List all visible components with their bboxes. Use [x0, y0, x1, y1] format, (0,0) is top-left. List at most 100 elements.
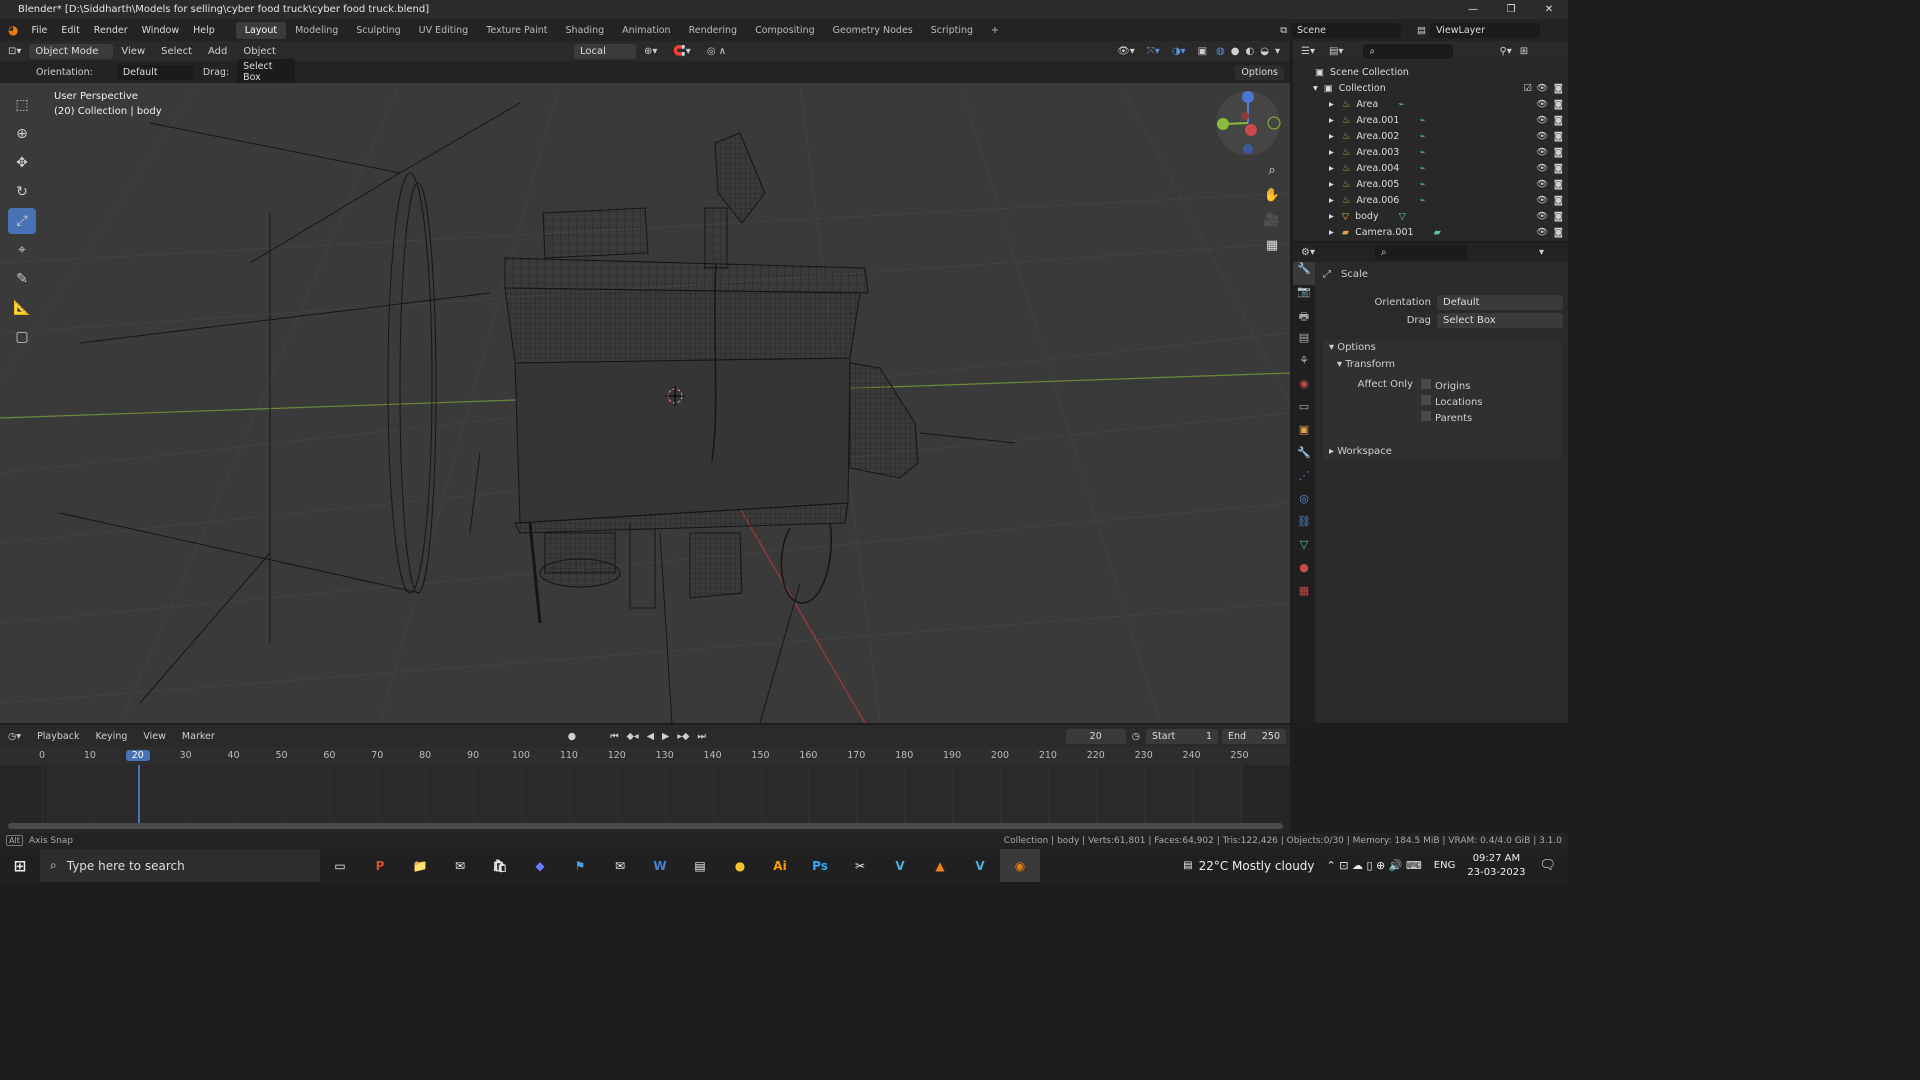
viewlayer-field[interactable]: ViewLayer [1430, 22, 1540, 38]
camera-view-icon[interactable]: 🎥 [1262, 208, 1282, 233]
world-tab-icon[interactable]: ◉ [1293, 377, 1315, 400]
options-panel-header[interactable]: ▾ Options [1323, 339, 1561, 356]
transform-subpanel-header[interactable]: ▾ Transform [1323, 356, 1561, 373]
properties-search-input[interactable]: ⌕ [1374, 245, 1467, 260]
scale-tool-icon[interactable]: ⤢ [8, 208, 36, 234]
menu-help[interactable]: Help [186, 25, 222, 36]
outliner-search-input[interactable]: ⌕ [1363, 43, 1454, 59]
clock-icon[interactable]: ◷ [1132, 731, 1140, 742]
taskbar-search[interactable]: ⌕ Type here to search [40, 849, 320, 882]
overlay-icon[interactable]: ◑▾ [1166, 46, 1192, 57]
end-frame-field[interactable]: End 250 [1222, 728, 1286, 744]
start-frame-field[interactable]: Start 1 [1146, 728, 1218, 744]
weather-label[interactable]: 22°C Mostly cloudy [1199, 859, 1315, 873]
clock[interactable]: 09:27 AM 23-03-2023 [1467, 852, 1525, 880]
menu-file[interactable]: File [24, 25, 54, 36]
proportional-edit-icon[interactable]: ◎ ∧ [699, 46, 734, 57]
eye-icon[interactable]: 👁 [1536, 179, 1548, 190]
outliner-item-body[interactable]: ▸ ▽ body ▽ 👁 ◙ [1293, 208, 1568, 224]
outliner-editor-icon[interactable]: ☰▾ [1301, 46, 1315, 57]
material-tab-icon[interactable]: ● [1293, 561, 1315, 584]
expand-arrow-icon[interactable]: ▸ [1329, 99, 1334, 110]
collection-row[interactable]: ▾ ▣ Collection ☑ 👁 ◙ [1293, 80, 1568, 96]
file-explorer-icon[interactable]: 📁 [400, 849, 440, 882]
prev-keyframe-icon[interactable]: ◆◂ [627, 731, 639, 742]
outliner-item-area-005[interactable]: ▸ ♨ Area.005 ⌁ 👁 ◙ [1293, 176, 1568, 192]
editor-type-icon[interactable]: ⊡▾ [0, 46, 29, 57]
snipping-tool-icon[interactable]: ✂ [840, 849, 880, 882]
blender-taskbar-icon[interactable]: ◉ [1000, 849, 1040, 882]
pan-hand-icon[interactable]: ✋ [1262, 183, 1282, 208]
timeline-scrollbar[interactable] [8, 823, 1283, 829]
workspace-panel-header[interactable]: ▸ Workspace [1323, 443, 1561, 461]
tool-tab-icon[interactable]: 🔧 [1293, 262, 1315, 285]
close-button[interactable]: ✕ [1530, 0, 1568, 19]
tab-compositing[interactable]: Compositing [746, 22, 824, 39]
illustrator-icon[interactable]: Ai [760, 849, 800, 882]
tab-rendering[interactable]: Rendering [680, 22, 747, 39]
tab-layout[interactable]: Layout [235, 21, 287, 39]
particles-tab-icon[interactable]: ⋰ [1293, 469, 1315, 492]
expand-arrow-icon[interactable]: ▸ [1329, 147, 1334, 158]
outliner-item-area-004[interactable]: ▸ ♨ Area.004 ⌁ 👁 ◙ [1293, 160, 1568, 176]
vray-app-icon[interactable]: V [960, 849, 1000, 882]
display-mode-icon[interactable]: ▤▾ [1329, 46, 1343, 57]
expand-arrow-icon[interactable]: ▸ [1329, 211, 1334, 222]
rotate-tool-icon[interactable]: ↻ [8, 179, 36, 205]
menu-add[interactable]: Add [200, 46, 235, 57]
outliner-item-area-001[interactable]: ▸ ♨ Area.001 ⌁ 👁 ◙ [1293, 112, 1568, 128]
expand-arrow-icon[interactable]: ▸ [1329, 195, 1334, 206]
photoshop-icon[interactable]: Ps [800, 849, 840, 882]
camera-render-icon[interactable]: ◙ [1554, 211, 1563, 222]
add-cube-tool-icon[interactable]: ▢ [8, 324, 36, 350]
tab-scripting[interactable]: Scripting [922, 22, 982, 39]
eye-icon[interactable]: 👁 [1536, 115, 1548, 126]
options-dropdown[interactable]: Options [1235, 64, 1284, 80]
vray-icon[interactable]: V [880, 849, 920, 882]
menu-window[interactable]: Window [135, 25, 186, 36]
app-icon[interactable]: ⚑ [560, 849, 600, 882]
locations-checkbox[interactable]: Locations [1421, 395, 1483, 411]
tab-uv-editing[interactable]: UV Editing [410, 22, 478, 39]
outliner-item-camera[interactable]: ▸ ▰ Camera.001 ▰ 👁 ◙ [1293, 224, 1568, 240]
menu-object[interactable]: Object [235, 46, 284, 57]
shading-rendered-icon[interactable]: ◒ [1257, 46, 1272, 57]
eye-icon[interactable]: 👁 [1536, 227, 1548, 238]
scene-collection-row[interactable]: ▣ Scene Collection [1293, 64, 1568, 80]
timeline[interactable]: 0 10 20 30 40 50 60 70 80 90 100 110 120 130 140 150 160… [0, 747, 1290, 833]
output-tab-icon[interactable]: 🖶 [1293, 308, 1315, 331]
store-icon[interactable]: 🛍 [480, 849, 520, 882]
expand-arrow-icon[interactable]: ▸ [1329, 179, 1334, 190]
transform-tool-icon[interactable]: ⌖ [8, 237, 36, 263]
shading-solid-icon[interactable]: ● [1228, 46, 1243, 57]
record-icon[interactable]: ● [568, 731, 576, 742]
camera-render-icon[interactable]: ◙ [1554, 147, 1563, 158]
eye-icon[interactable]: 👁 [1536, 211, 1548, 222]
data-tab-icon[interactable]: ▽ [1293, 538, 1315, 561]
eye-icon[interactable]: 👁 [1536, 131, 1548, 142]
word-icon[interactable]: W [640, 849, 680, 882]
drag-dropdown[interactable]: Select Box [1437, 313, 1563, 328]
menu-render[interactable]: Render [87, 25, 135, 36]
navigation-gizmo[interactable] [1216, 91, 1281, 155]
powerpoint-icon[interactable]: P [360, 849, 400, 882]
camera-render-icon[interactable]: ◙ [1554, 227, 1563, 238]
menu-edit[interactable]: Edit [54, 25, 86, 36]
tab-geometry-nodes[interactable]: Geometry Nodes [824, 22, 922, 39]
camera-render-icon[interactable]: ◙ [1554, 179, 1563, 190]
physics-tab-icon[interactable]: ◎ [1293, 492, 1315, 515]
exclude-checkbox[interactable]: ☑ [1523, 83, 1532, 94]
tab-modeling[interactable]: Modeling [286, 22, 347, 39]
outliner-item-area-006[interactable]: ▸ ♨ Area.006 ⌁ 👁 ◙ [1293, 192, 1568, 208]
modifier-tab-icon[interactable]: 🔧 [1293, 446, 1315, 469]
tab-texture-paint[interactable]: Texture Paint [477, 22, 556, 39]
scene-tab-icon[interactable]: ⚘ [1293, 354, 1315, 377]
gizmo-icon[interactable]: ⤧▾ [1141, 46, 1166, 57]
select-box-icon[interactable]: ⬚ [8, 92, 36, 118]
maximize-button[interactable]: ❐ [1492, 0, 1530, 19]
new-collection-icon[interactable]: ⊞ [1520, 46, 1528, 57]
timeline-editor-icon[interactable]: ◷▾ [8, 731, 21, 742]
add-workspace-button[interactable]: + [982, 22, 1008, 39]
expand-arrow-icon[interactable]: ▸ [1329, 131, 1334, 142]
drag-dropdown[interactable]: Select Box [237, 59, 296, 85]
